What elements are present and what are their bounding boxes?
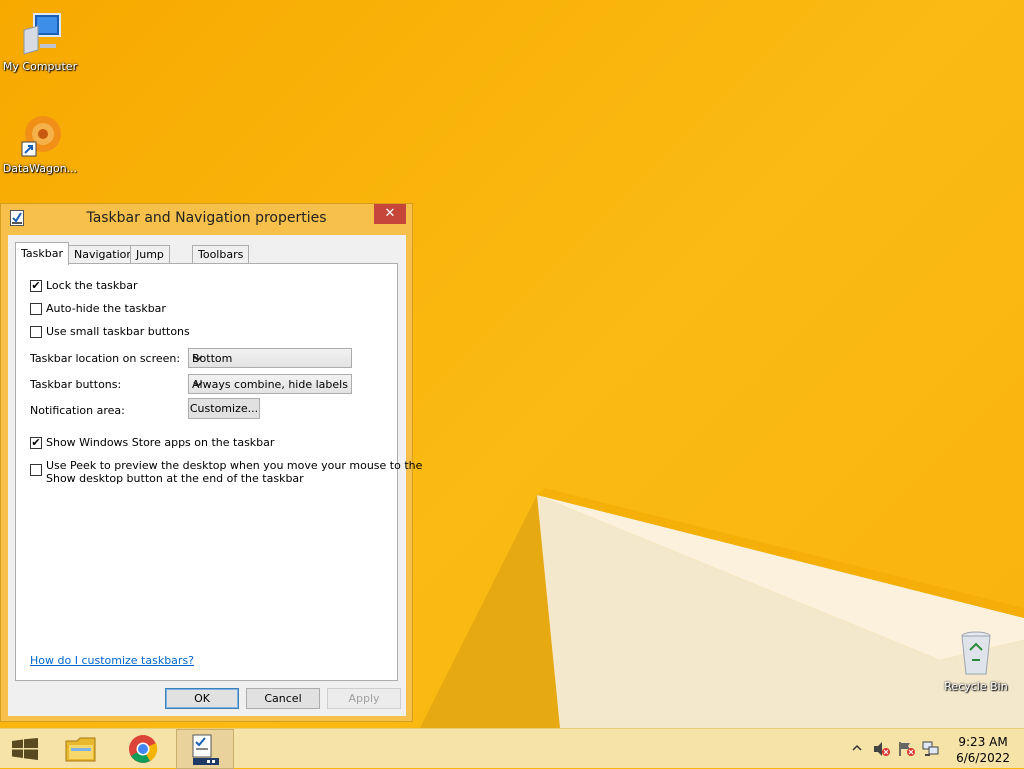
- autohide-label: Auto-hide the taskbar: [46, 302, 166, 315]
- network-icon[interactable]: [922, 741, 940, 760]
- help-link[interactable]: How do I customize taskbars?: [30, 654, 194, 667]
- apply-button[interactable]: Apply: [327, 688, 401, 709]
- folder-icon: [65, 735, 97, 766]
- lock-taskbar-label: Lock the taskbar: [46, 279, 138, 292]
- clock-time: 9:23 AM: [958, 735, 1008, 749]
- close-icon: ✕: [384, 206, 396, 221]
- peek-label-line1: Use Peek to preview the desktop when you…: [46, 459, 423, 472]
- speaker-muted-icon[interactable]: [873, 741, 891, 760]
- taskbar-properties-icon: [191, 734, 221, 769]
- show-hidden-icons-chevron-up-icon[interactable]: [852, 741, 862, 758]
- chrome-taskbar-button[interactable]: [118, 729, 168, 769]
- tab-navigation[interactable]: Navigation: [68, 245, 140, 263]
- taskbar-tab-panel: ✔ Lock the taskbar Auto-hide the taskbar…: [15, 263, 422, 681]
- my-computer-label: My Computer: [2, 60, 78, 73]
- small-buttons-checkbox[interactable]: [30, 326, 42, 338]
- my-computer-desktop-icon[interactable]: My Computer: [0, 10, 80, 73]
- buttons-label: Taskbar buttons:: [30, 378, 122, 391]
- peek-label-line2: Show desktop button at the end of the ta…: [46, 472, 304, 485]
- location-label: Taskbar location on screen:: [30, 352, 181, 365]
- recycle-bin-label: Recycle Bin: [944, 680, 1008, 693]
- tab-taskbar[interactable]: Taskbar: [15, 242, 69, 265]
- window-title: Taskbar and Navigation properties: [86, 210, 327, 226]
- buttons-value: Always combine, hide labels: [192, 378, 348, 391]
- peek-checkbox[interactable]: [30, 464, 42, 476]
- autohide-checkbox[interactable]: [30, 303, 42, 315]
- windows-logo-icon: [12, 738, 38, 763]
- location-select[interactable]: Bottom: [188, 348, 352, 368]
- taskbar: 9:23 AM 6/6/2022: [0, 728, 1024, 769]
- clock-date: 6/6/2022: [956, 751, 1010, 765]
- properties-taskbar-button[interactable]: [176, 729, 234, 769]
- datawagon-desktop-icon[interactable]: DataWagon...: [0, 112, 80, 175]
- buttons-select[interactable]: Always combine, hide labels: [188, 374, 352, 394]
- cancel-button[interactable]: Cancel: [246, 688, 320, 709]
- action-center-flag-icon[interactable]: [898, 741, 916, 760]
- title-bar[interactable]: Taskbar and Navigation properties ✕: [1, 204, 412, 234]
- recycle-bin-desktop-icon[interactable]: Recycle Bin: [936, 630, 1016, 693]
- notification-label: Notification area:: [30, 404, 125, 417]
- tab-toolbars[interactable]: Toolbars: [192, 245, 250, 263]
- tab-jump-lists[interactable]: Jump Lists: [130, 245, 170, 279]
- datawagon-label: DataWagon...: [2, 162, 78, 175]
- store-apps-checkbox[interactable]: ✔: [30, 437, 42, 449]
- chevron-down-icon: [192, 351, 204, 365]
- taskbar-properties-window: Taskbar and Navigation properties ✕ Task…: [0, 203, 422, 722]
- lock-taskbar-checkbox[interactable]: ✔: [30, 280, 42, 292]
- start-button[interactable]: [0, 729, 48, 769]
- close-button[interactable]: ✕: [374, 204, 406, 224]
- customize-button[interactable]: Customize...: [188, 398, 260, 419]
- recycle-bin-icon: [952, 630, 1000, 678]
- ok-button[interactable]: OK: [165, 688, 239, 709]
- chrome-icon: [128, 734, 158, 767]
- small-buttons-label: Use small taskbar buttons: [46, 325, 190, 338]
- computer-icon: [16, 10, 64, 58]
- file-explorer-taskbar-button[interactable]: [56, 729, 106, 769]
- store-apps-label: Show Windows Store apps on the taskbar: [46, 436, 275, 449]
- system-clock[interactable]: 9:23 AM 6/6/2022: [956, 734, 1010, 766]
- chevron-down-icon: [192, 377, 204, 391]
- datawagon-icon: [16, 112, 64, 160]
- dialog-client: Taskbar Navigation Jump Lists Toolbars ✔…: [8, 235, 422, 716]
